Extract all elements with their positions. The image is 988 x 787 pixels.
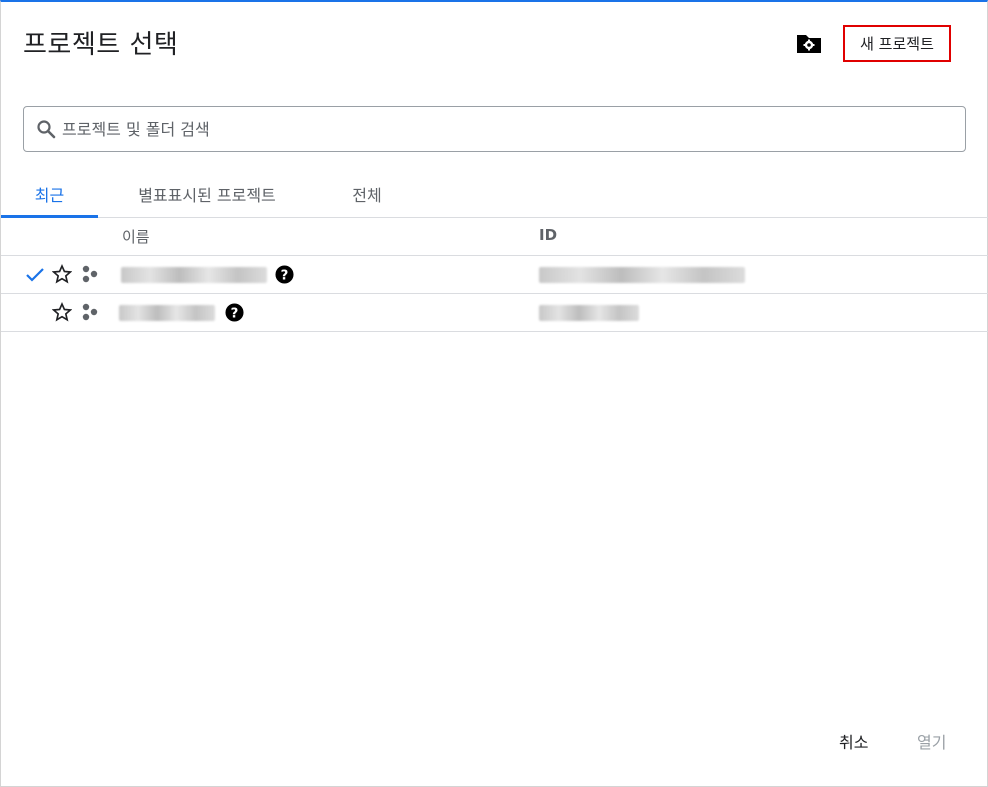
tab-recent[interactable]: 최근 <box>1 170 98 218</box>
tab-starred-projects[interactable]: 별표표시된 프로젝트 <box>112 170 302 217</box>
search-box <box>23 106 966 152</box>
project-icon <box>81 303 99 321</box>
column-header-name[interactable]: 이름 <box>122 226 150 247</box>
tab-bar: 최근 별표표시된 프로젝트 전체 <box>1 170 988 218</box>
help-icon[interactable]: ? <box>275 265 294 284</box>
svg-text:?: ? <box>281 268 289 283</box>
check-icon <box>25 266 45 284</box>
table-header: 이름 ID <box>1 218 988 256</box>
tab-all[interactable]: 전체 <box>331 170 403 217</box>
help-icon[interactable]: ? <box>225 303 244 322</box>
project-id-redacted <box>539 267 745 283</box>
dialog-title: 프로젝트 선택 <box>23 30 179 60</box>
open-button[interactable]: 열기 <box>917 729 946 753</box>
project-icon <box>81 265 99 283</box>
folder-settings-icon[interactable] <box>795 32 823 56</box>
svg-text:?: ? <box>231 306 239 321</box>
new-project-button[interactable]: 새 프로젝트 <box>843 25 951 62</box>
star-icon[interactable] <box>51 302 73 322</box>
star-icon[interactable] <box>51 264 73 284</box>
project-name-redacted[interactable] <box>119 305 215 321</box>
search-icon <box>36 119 56 139</box>
project-id-redacted <box>539 305 639 321</box>
column-header-id[interactable]: ID <box>539 226 557 244</box>
search-input[interactable] <box>62 113 942 145</box>
project-name-redacted[interactable] <box>121 267 267 283</box>
table-row[interactable]: ? <box>1 256 988 294</box>
select-project-dialog: 프로젝트 선택 새 프로젝트 최근 별표표시된 프로젝트 전체 <box>0 0 988 787</box>
table-row[interactable]: ? <box>1 294 988 332</box>
cancel-button[interactable]: 취소 <box>839 729 868 753</box>
